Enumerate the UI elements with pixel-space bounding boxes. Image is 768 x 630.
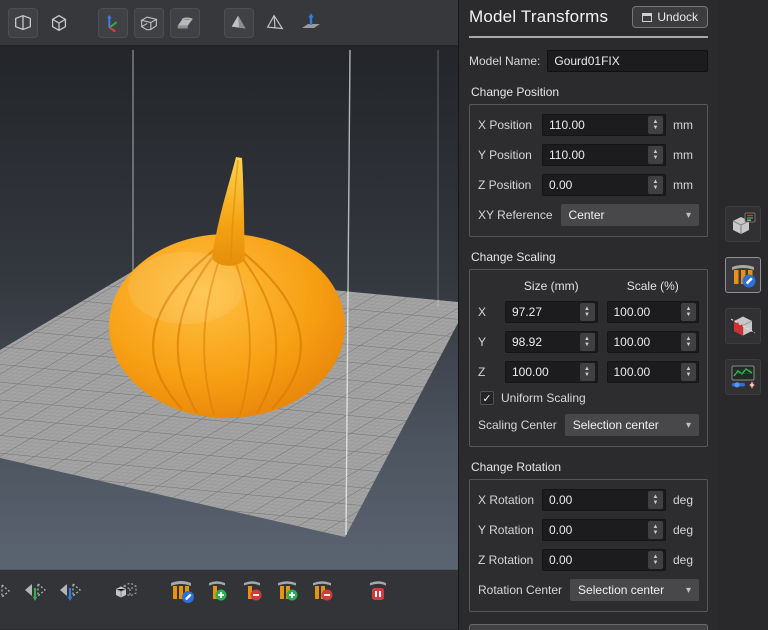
remove-support-icon[interactable] [238,577,266,605]
y-rotation-spinner[interactable]: ▲▼ [648,521,663,539]
model-name-label: Model Name: [469,54,540,68]
rotation-center-dropdown[interactable]: Selection center ▾ [570,579,699,601]
z-position-label: Z Position [478,178,542,192]
y-axis-label: Y [478,335,496,349]
print-bed-icon[interactable] [170,8,200,38]
z-rotation-input[interactable] [543,553,648,567]
mirror-y-icon[interactable] [21,577,49,605]
front-view-cube-icon[interactable] [8,8,38,38]
change-scaling-heading: Change Scaling [471,250,708,264]
model-toolbar [0,570,458,629]
wireframe-cube-icon[interactable] [44,8,74,38]
window-icon [642,13,652,22]
x-position-spinner[interactable]: ▲▼ [648,116,663,134]
remove-all-supports-icon[interactable] [308,577,336,605]
wireframe-pyramid-icon[interactable] [260,8,290,38]
checkbox-check: ✓ [482,392,491,405]
z-position-input[interactable] [543,178,648,192]
x-position-label: X Position [478,118,542,132]
workspace-column [0,0,458,630]
size-column-header: Size (mm) [505,279,598,293]
chevron-down-icon: ▾ [686,210,691,221]
z-rotation-label: Z Rotation [478,553,542,567]
y-rotation-label: Y Rotation [478,523,542,537]
reset-all-transforms-button[interactable]: Reset All Transforms [469,624,708,630]
y-rotation-unit: deg [673,523,699,537]
change-rotation-group: X Rotation ▲▼ deg Y Rotation ▲▼ deg Z Ro… [469,479,708,612]
view-toolbar [0,0,458,45]
add-all-supports-icon[interactable] [273,577,301,605]
y-position-spinner[interactable]: ▲▼ [648,146,663,164]
printer-control-icon[interactable] [725,359,761,395]
x-rotation-spinner[interactable]: ▲▼ [648,491,663,509]
edit-supports-icon[interactable] [168,577,196,605]
change-rotation-heading: Change Rotation [471,460,708,474]
rotation-center-label: Rotation Center [478,583,562,597]
change-position-group: X Position ▲▼ mm Y Position ▲▼ mm Z Posi… [469,104,708,237]
uniform-scaling-label: Uniform Scaling [501,391,586,405]
scale-column-header: Scale (%) [607,279,700,293]
mirror-x-icon[interactable] [0,577,14,605]
x-size-input[interactable] [506,305,580,319]
y-size-spinner[interactable]: ▲▼ [580,333,595,351]
x-position-input[interactable] [543,118,648,132]
x-scale-spinner[interactable]: ▲▼ [681,303,696,321]
uniform-scaling-checkbox[interactable]: ✓ [480,391,494,405]
change-scaling-group: Size (mm) Scale (%) X ▲▼ ▲▼ Y ▲▼ ▲▼ Z ▲▼… [469,269,708,447]
z-axis-label: Z [478,365,496,379]
arrow-up-plane-icon[interactable] [296,8,326,38]
add-support-icon[interactable] [203,577,231,605]
z-rotation-unit: deg [673,553,699,567]
change-position-heading: Change Position [471,85,708,99]
y-size-input[interactable] [506,335,580,349]
x-position-unit: mm [673,118,699,132]
x-rotation-input[interactable] [543,493,648,507]
z-position-spinner[interactable]: ▲▼ [648,176,663,194]
xy-reference-label: XY Reference [478,208,553,222]
chevron-down-icon: ▾ [686,420,691,431]
x-scale-input[interactable] [608,305,682,319]
y-position-input[interactable] [543,148,648,162]
z-rotation-spinner[interactable]: ▲▼ [648,551,663,569]
supports-tool-icon[interactable] [725,257,761,293]
x-rotation-unit: deg [673,493,699,507]
z-size-input[interactable] [506,365,580,379]
viewport-3d[interactable] [0,45,458,570]
x-axis-label: X [478,305,496,319]
pause-point-icon[interactable] [364,577,392,605]
x-size-spinner[interactable]: ▲▼ [580,303,595,321]
model-info-icon[interactable] [725,206,761,242]
app-window: Model Transforms Undock Model Name: Chan… [0,0,768,630]
undock-button[interactable]: Undock [632,6,708,28]
clone-model-icon[interactable] [112,577,140,605]
move-axes-icon[interactable] [98,8,128,38]
y-scale-spinner[interactable]: ▲▼ [681,333,696,351]
tool-sidebar [718,0,768,630]
y-position-unit: mm [673,148,699,162]
x-rotation-label: X Rotation [478,493,542,507]
model-transforms-panel: Model Transforms Undock Model Name: Chan… [458,0,718,630]
chevron-down-icon: ▾ [686,585,691,596]
build-volume-box-icon[interactable] [134,8,164,38]
z-position-unit: mm [673,178,699,192]
scaling-center-label: Scaling Center [478,418,557,432]
undock-label: Undock [657,10,698,24]
y-position-label: Y Position [478,148,542,162]
mirror-z-icon[interactable] [56,577,84,605]
z-scale-input[interactable] [608,365,682,379]
scaling-center-dropdown[interactable]: Selection center ▾ [565,414,699,436]
y-rotation-input[interactable] [543,523,648,537]
xy-reference-dropdown[interactable]: Center ▾ [561,204,700,226]
cut-tool-icon[interactable] [725,308,761,344]
z-scale-spinner[interactable]: ▲▼ [681,363,696,381]
solid-pyramid-icon[interactable] [224,8,254,38]
model-name-input[interactable] [548,54,707,68]
z-size-spinner[interactable]: ▲▼ [580,363,595,381]
y-scale-input[interactable] [608,335,682,349]
page-title: Model Transforms [469,7,608,27]
